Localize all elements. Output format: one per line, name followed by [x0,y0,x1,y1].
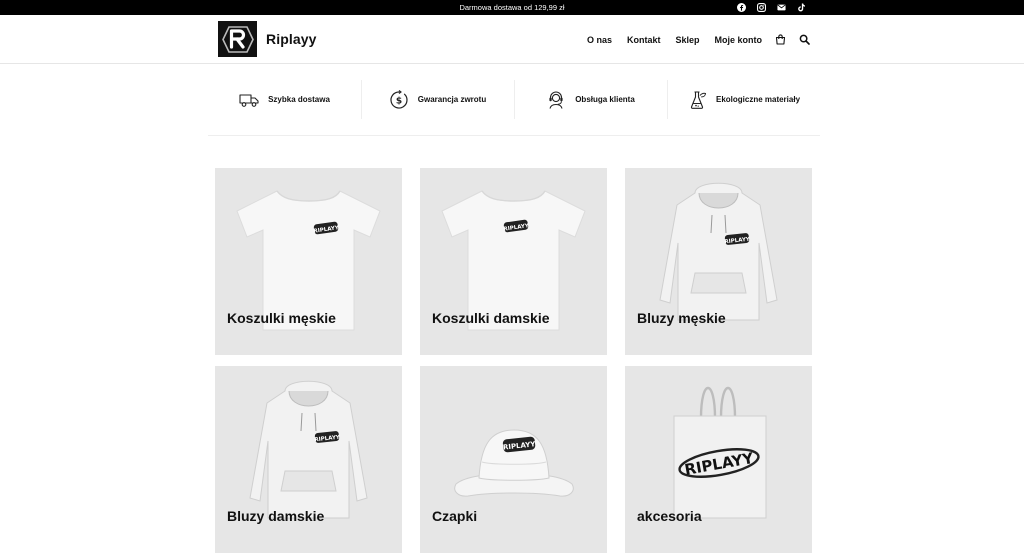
feature-label: Szybka dostawa [268,95,330,104]
main-nav: O nas Kontakt Sklep Moje konto [572,15,810,64]
category-card[interactable]: RIPLAYY Koszulki męskie [215,168,402,355]
feature-label: Obsługa klienta [575,95,635,104]
tote-bag-image: RIPLAYY [673,386,767,519]
feature-eco-materials: Ekologiczne materiały [667,64,820,135]
brand-name[interactable]: Riplayy [266,31,317,47]
search-icon[interactable] [799,34,810,45]
hoodie-image: RIPLAYY [659,182,778,321]
tshirt-image: RIPLAYY [441,190,586,331]
tiktok-icon[interactable] [797,3,806,12]
category-label: Koszulki męskie [227,310,336,326]
tshirt-image: RIPLAYY [236,190,381,331]
svg-text:$: $ [396,96,402,106]
hoodie-image: RIPLAYY [249,380,368,519]
category-label: Czapki [432,508,478,524]
social-links [737,0,806,15]
facebook-icon[interactable] [737,3,746,12]
eco-icon [687,90,707,110]
category-card[interactable]: RIPLAYY Koszulki damskie [420,168,607,355]
feature-label: Ekologiczne materiały [715,95,801,104]
feature-customer-support: Obsługa klienta [514,64,667,135]
logo[interactable] [218,21,257,57]
feature-strip: Szybka dostawa $ Gwarancja zwrotu Obsług… [208,64,820,136]
category-label: Koszulki damskie [432,310,550,326]
free-shipping-notice: Darmowa dostawa od 129,99 zł [459,3,565,12]
category-label: Bluzy damskie [227,508,325,524]
instagram-icon[interactable] [757,3,766,12]
feature-label: Gwarancja zwrotu [417,95,487,104]
support-icon [546,90,566,110]
category-card[interactable]: RIPLAYY Czapki [420,366,607,553]
category-card[interactable]: RIPLAYY Bluzy męskie [625,168,812,355]
bucket-hat-image: RIPLAYY [454,429,574,497]
refund-icon: $ [389,89,409,110]
feature-refund-guarantee: $ Gwarancja zwrotu [361,64,514,135]
nav-moje-konto[interactable]: Moje konto [715,35,763,45]
mail-icon[interactable] [777,3,786,12]
category-card[interactable]: RIPLAYY akcesoria [625,366,812,553]
nav-o-nas[interactable]: O nas [587,35,612,45]
site-header: Riplayy O nas Kontakt Sklep Moje konto [0,15,1024,64]
category-label: akcesoria [637,508,702,524]
cart-icon[interactable] [775,34,786,45]
feature-fast-delivery: Szybka dostawa [208,64,361,135]
nav-sklep[interactable]: Sklep [675,35,699,45]
top-bar: Darmowa dostawa od 129,99 zł [0,0,1024,15]
nav-kontakt[interactable]: Kontakt [627,35,661,45]
truck-icon [239,90,259,110]
category-card[interactable]: RIPLAYY Bluzy damskie [215,366,402,553]
category-label: Bluzy męskie [637,310,726,326]
